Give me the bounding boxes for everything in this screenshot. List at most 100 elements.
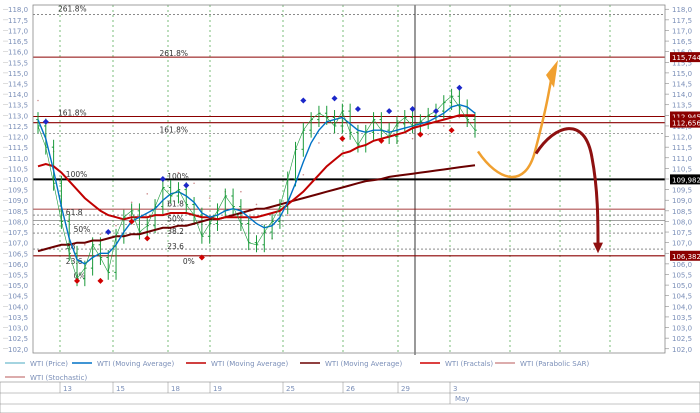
x-month-label: May (455, 395, 469, 403)
y-tick-label: 116,5 (672, 38, 692, 46)
x-tick-label: 13 (63, 385, 72, 393)
y-tick-label: 117,0 (672, 27, 692, 35)
left-y-tick-label: 110,5 (8, 165, 28, 173)
x-tick-label: 25 (286, 385, 295, 393)
sar-dot (302, 173, 305, 176)
left-y-tick-label: 117,5 (8, 17, 28, 25)
forecast-arrows (476, 60, 603, 254)
fractal-up-marker (183, 182, 190, 189)
fibonacci-labels: 261.8% 261.8% 161.8% 161.8% 100% 100% 61.8 61.8… (58, 4, 195, 280)
y-tick-label: 115,0 (672, 70, 692, 78)
fractal-up-marker (105, 229, 112, 236)
left-y-tick-label: 113,0 (8, 112, 28, 120)
y-tick-label: 113,5 (672, 102, 692, 110)
sar-dot (318, 142, 320, 144)
fractal-down-marker (339, 135, 346, 142)
legend-label: WTI (Moving Average) (211, 360, 288, 368)
fib-level-label: 161.8% (58, 108, 87, 117)
fib-level-label: 0% (183, 257, 195, 266)
fib-level-label: 261.8% (159, 49, 188, 58)
fib-level-label: 61.8 (66, 208, 83, 217)
fib-level-label: 50% (167, 214, 184, 223)
darkred-arrowhead (593, 242, 603, 254)
fractal-up-marker (456, 84, 463, 91)
left-y-tick-label: 104,5 (8, 293, 28, 301)
sar-dot (115, 224, 117, 227)
sar-dot (240, 190, 242, 193)
left-y-tick-label: 102,5 (8, 335, 28, 343)
left-y-tick-label: 105,5 (8, 271, 28, 279)
price-level-badge-text: 112,656 (672, 120, 700, 128)
y-tick-label: 117,5 (672, 17, 692, 25)
legend: WTI (Price) WTI (Moving Average) WTI (Movi… (0, 355, 700, 382)
price-level-badge-text: 106,382 (672, 253, 700, 261)
y-tick-label: 114,0 (672, 91, 692, 99)
fib-level-label: 100% (167, 172, 188, 181)
fractal-up-marker (159, 176, 166, 182)
chart-window: { "colors": { "price": "#1a9a3a", "ma_fa… (0, 0, 700, 413)
fib-level-label: 61.8 (167, 200, 184, 209)
legend-label: WTI (Price) (30, 360, 68, 368)
x-tick-label: 15 (116, 385, 125, 393)
left-y-tick-label: 105,0 (8, 282, 28, 290)
fractal-down-marker (97, 277, 104, 284)
x-axis: 13 15 18 19 25 26 29 3 May (0, 381, 700, 413)
y-tick-label: 104,0 (672, 303, 692, 311)
sar-dot (208, 197, 211, 199)
y-tick-label: 107,0 (672, 240, 692, 248)
sar-dot (99, 233, 102, 235)
left-y-tick-label: 108,5 (8, 208, 28, 216)
x-tick-label: 19 (213, 385, 222, 393)
price-level-badge-text: 115,744 (672, 54, 700, 62)
fractal-down-marker (417, 131, 424, 138)
y-tick-label: 103,5 (672, 314, 692, 322)
fib-level-label: 23.6 (167, 242, 184, 251)
left-y-tick-label: 118,0 (8, 6, 28, 14)
sar-dot (442, 125, 445, 127)
left-y-tick-label: 109,5 (8, 187, 28, 195)
sar-dot (427, 133, 429, 136)
fractal-up-marker (42, 118, 49, 125)
left-y-tick-label: 109,0 (8, 197, 28, 205)
sar-dot (286, 214, 289, 216)
sar-dot (458, 116, 461, 119)
fib-level-label: 161.8% (159, 125, 188, 134)
chart-canvas[interactable]: 261.8% 261.8% 161.8% 161.8% 100% 100% 61.8 61.8… (0, 0, 700, 413)
y-tick-label: 110,5 (672, 165, 692, 173)
price-level-badge-text: 109,982 (672, 176, 700, 184)
y-tick-label: 108,0 (672, 218, 692, 226)
legend-label: WTI (Stochastic) (30, 374, 87, 382)
left-y-tick-label: 106,0 (8, 261, 28, 269)
y-tick-label: 105,5 (672, 271, 692, 279)
left-y-tick-label: 110,0 (8, 176, 28, 184)
y-tick-label: 104,5 (672, 293, 692, 301)
legend-label: WTI (Fractals) (445, 360, 493, 368)
y-tick-label: 107,5 (672, 229, 692, 237)
x-tick-label: 26 (346, 385, 355, 393)
x-tick-label: 3 (453, 385, 457, 393)
orange-arrowhead (546, 60, 558, 88)
sar-dot (146, 193, 149, 195)
legend-label: WTI (Parabolic SAR) (520, 360, 589, 368)
fractal-down-marker (144, 235, 151, 242)
y-tick-label: 118,0 (672, 6, 692, 14)
y-tick-label: 108,5 (672, 208, 692, 216)
fractal-up-marker (331, 95, 338, 102)
grid-lines (33, 5, 665, 382)
left-y-tick-label: 112,5 (8, 123, 28, 131)
legend-label: WTI (Moving Average) (325, 360, 402, 368)
sar-dot (130, 201, 133, 204)
left-y-tick-label: 111,5 (8, 144, 28, 152)
fib-level-label: 50% (74, 225, 91, 234)
y-tick-label: 111,5 (672, 144, 692, 152)
y-tick-label: 106,0 (672, 261, 692, 269)
left-y-tick-label: 107,5 (8, 229, 28, 237)
legend-label: WTI (Moving Average) (97, 360, 174, 368)
left-y-tick-label: 102,0 (8, 346, 28, 354)
y-tick-label: 109,5 (672, 187, 692, 195)
sar-dot (255, 203, 258, 206)
left-y-tick-label: 115,5 (8, 59, 28, 67)
left-y-tick-label: 103,5 (8, 314, 28, 322)
fractal-down-marker (448, 127, 455, 134)
sar-dot (37, 99, 39, 102)
